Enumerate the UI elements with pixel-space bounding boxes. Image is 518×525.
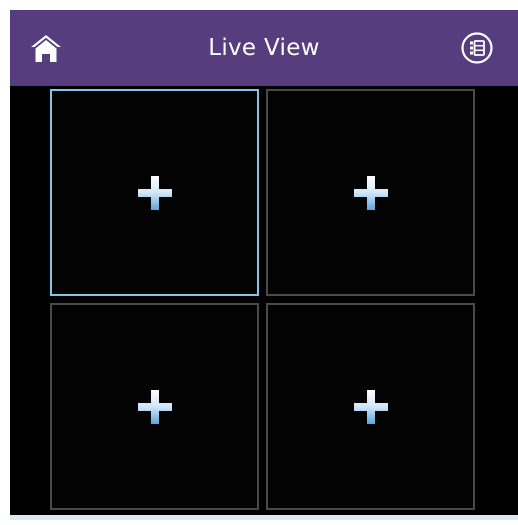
live-view-screen: Live View [10,10,518,520]
bottom-panel-edge [10,515,518,520]
add-camera-plus-icon [353,389,388,424]
camera-slot-3[interactable] [50,303,259,510]
add-camera-plus-icon [137,389,172,424]
page-title: Live View [208,35,320,61]
camera-list-icon [461,32,493,64]
camera-slot-2[interactable] [266,89,475,296]
top-bar: Live View [10,10,518,86]
camera-slot-1[interactable] [50,89,259,296]
camera-list-button[interactable] [460,31,494,65]
camera-grid [50,89,478,515]
add-camera-plus-icon [137,175,172,210]
add-camera-plus-icon [353,175,388,210]
camera-slot-4[interactable] [266,303,475,510]
